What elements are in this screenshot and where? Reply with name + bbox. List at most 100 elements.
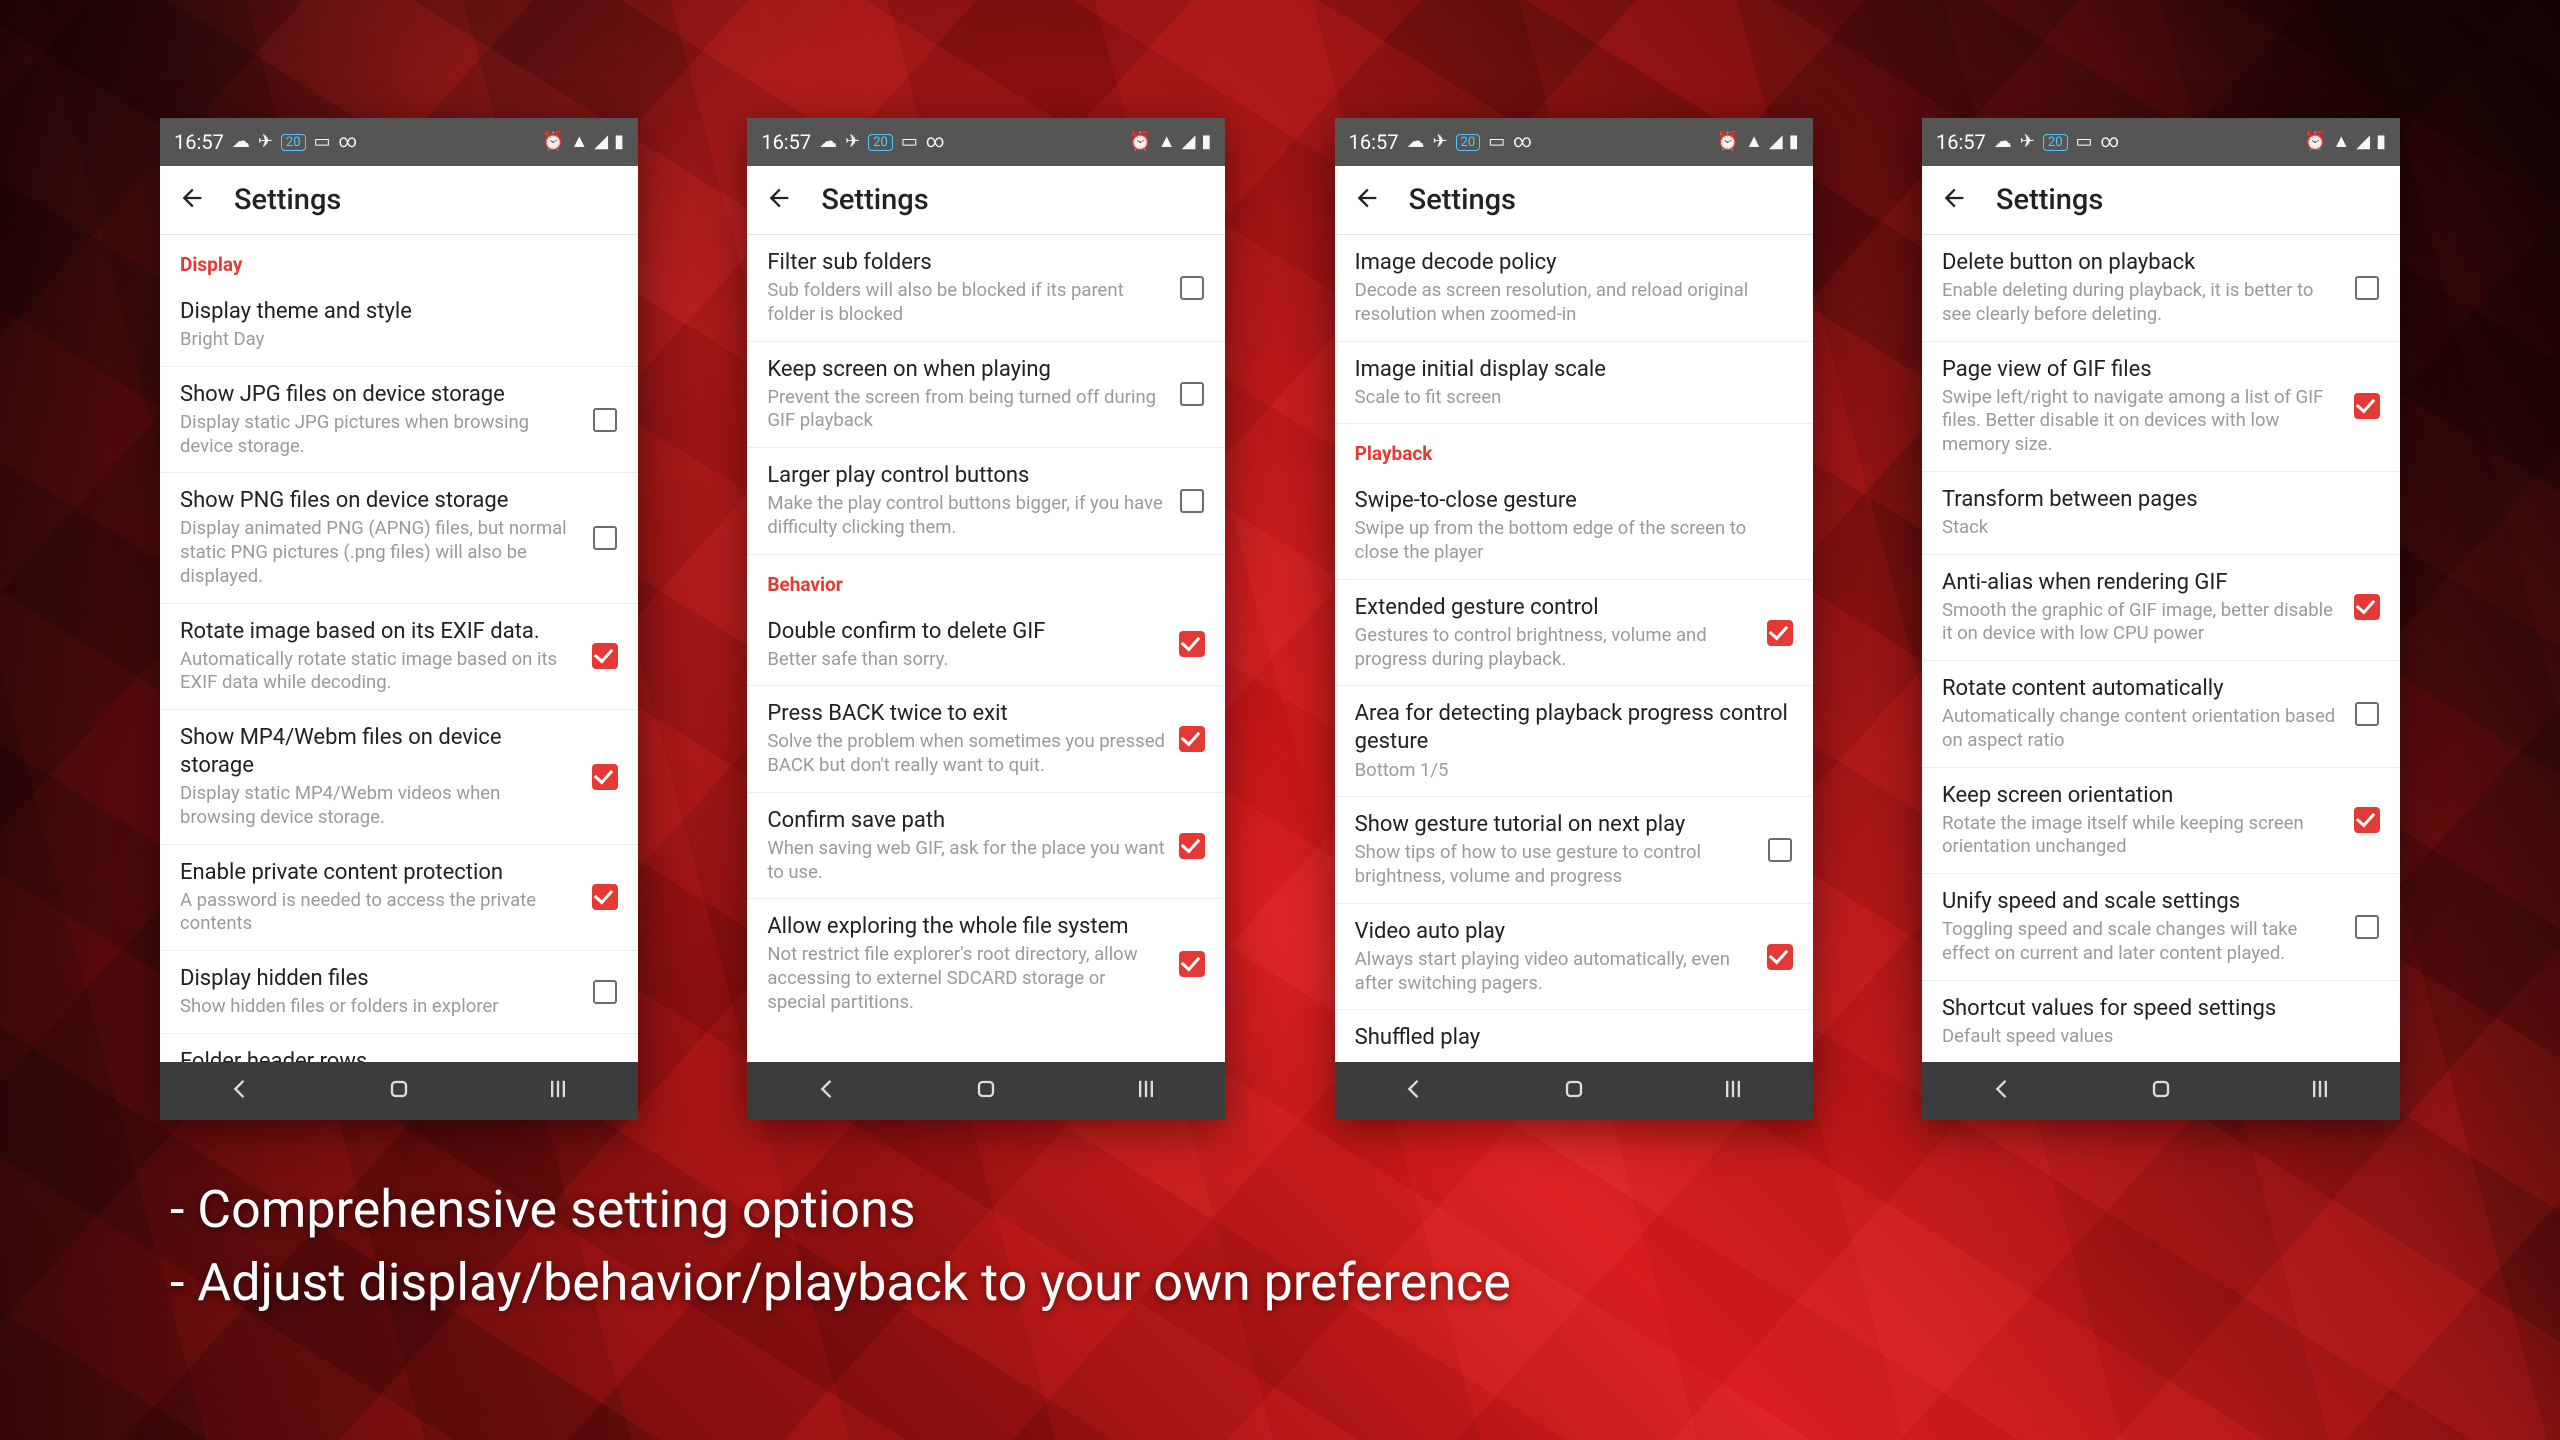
settings-row[interactable]: Rotate content automatically Automatical… bbox=[1922, 661, 2400, 768]
settings-row[interactable]: Swipe-to-close gesture Swipe up from the… bbox=[1335, 473, 1813, 580]
settings-row[interactable]: Display hidden files Show hidden files o… bbox=[160, 951, 638, 1034]
settings-row[interactable]: Extended gesture control Gestures to con… bbox=[1335, 580, 1813, 687]
checkbox-checked[interactable] bbox=[1179, 631, 1205, 657]
settings-row[interactable]: Image decode policy Decode as screen res… bbox=[1335, 235, 1813, 342]
checkbox-checked[interactable] bbox=[592, 643, 618, 669]
settings-row[interactable]: Shortcut values for speed settings Defau… bbox=[1922, 981, 2400, 1063]
nav-back[interactable] bbox=[1400, 1075, 1428, 1107]
row-subtitle: Bottom 1/5 bbox=[1355, 759, 1793, 783]
checkbox-unchecked[interactable] bbox=[592, 407, 618, 433]
settings-row[interactable]: Press BACK twice to exit Solve the probl… bbox=[747, 686, 1225, 793]
row-title: Larger play control buttons bbox=[767, 462, 1165, 490]
back-button[interactable] bbox=[178, 184, 206, 216]
checkbox-checked[interactable] bbox=[1179, 951, 1205, 977]
page-title: Settings bbox=[1996, 183, 2103, 217]
checkbox-unchecked[interactable] bbox=[1179, 381, 1205, 407]
nav-back[interactable] bbox=[813, 1075, 841, 1107]
nav-back[interactable] bbox=[1988, 1075, 2016, 1107]
settings-list[interactable]: Image decode policy Decode as screen res… bbox=[1335, 235, 1813, 1062]
checkbox-checked[interactable] bbox=[2354, 807, 2380, 833]
settings-list[interactable]: Display Display theme and style Bright D… bbox=[160, 235, 638, 1062]
checkbox-checked[interactable] bbox=[1767, 944, 1793, 970]
checkbox-unchecked[interactable] bbox=[2354, 701, 2380, 727]
checkbox-checked[interactable] bbox=[2354, 393, 2380, 419]
app-bar: Settings bbox=[160, 166, 638, 235]
checkbox-checked[interactable] bbox=[592, 764, 618, 790]
row-subtitle: Show hidden files or folders in explorer bbox=[180, 995, 578, 1019]
row-title: Filter sub folders bbox=[767, 249, 1165, 277]
settings-row[interactable]: Confirm save path When saving web GIF, a… bbox=[747, 793, 1225, 900]
status-bar: 16:57 ☁ ✈ 20 ▭ ∞ ⏰ ▲ ◢ ▮ bbox=[1922, 118, 2400, 166]
back-button[interactable] bbox=[765, 184, 793, 216]
caption-line: - Adjust display/behavior/playback to yo… bbox=[170, 1247, 1511, 1320]
settings-row[interactable]: Show JPG files on device storage Display… bbox=[160, 367, 638, 474]
battery-icon: ▮ bbox=[2376, 133, 2386, 151]
row-title: Extended gesture control bbox=[1355, 594, 1753, 622]
nav-recents[interactable] bbox=[1719, 1075, 1747, 1107]
checkbox-unchecked[interactable] bbox=[592, 979, 618, 1005]
nav-home[interactable] bbox=[1560, 1075, 1588, 1107]
settings-row[interactable]: Show gesture tutorial on next play Show … bbox=[1335, 797, 1813, 904]
arrow-left-icon bbox=[1353, 184, 1381, 212]
nav-recents[interactable] bbox=[544, 1075, 572, 1107]
settings-row[interactable]: Keep screen orientation Rotate the image… bbox=[1922, 768, 2400, 875]
row-subtitle: Show tips of how to use gesture to contr… bbox=[1355, 841, 1753, 888]
settings-row[interactable]: Show MP4/Webm files on device storage Di… bbox=[160, 710, 638, 845]
row-subtitle: Enable deleting during playback, it is b… bbox=[1942, 279, 2340, 326]
nav-recents[interactable] bbox=[2306, 1075, 2334, 1107]
settings-row[interactable]: Show PNG files on device storage Display… bbox=[160, 473, 638, 603]
settings-row[interactable]: Area for detecting playback progress con… bbox=[1335, 686, 1813, 797]
checkbox-checked[interactable] bbox=[592, 884, 618, 910]
settings-row[interactable]: Rotate image based on its EXIF data. Aut… bbox=[160, 604, 638, 711]
settings-row[interactable]: Unify speed and scale settings Toggling … bbox=[1922, 874, 2400, 981]
row-subtitle: Sub folders will also be blocked if its … bbox=[767, 279, 1165, 326]
settings-row[interactable]: Filter sub folders Sub folders will also… bbox=[747, 235, 1225, 342]
checkbox-outline-icon bbox=[1180, 276, 1204, 300]
settings-row[interactable]: Delete button on playback Enable deletin… bbox=[1922, 235, 2400, 342]
phone-mockup: 16:57 ☁ ✈ 20 ▭ ∞ ⏰ ▲ ◢ ▮ Settings Filter… bbox=[747, 118, 1225, 1120]
settings-list[interactable]: Delete button on playback Enable deletin… bbox=[1922, 235, 2400, 1062]
checkbox-checked[interactable] bbox=[2354, 594, 2380, 620]
settings-row[interactable]: Image initial display scale Scale to fit… bbox=[1335, 342, 1813, 425]
checkbox-unchecked[interactable] bbox=[592, 525, 618, 551]
settings-row[interactable]: Enable private content protection A pass… bbox=[160, 845, 638, 952]
checkbox-checked[interactable] bbox=[1179, 726, 1205, 752]
settings-row[interactable]: Allow exploring the whole file system No… bbox=[747, 899, 1225, 1028]
settings-row[interactable]: Anti-alias when rendering GIF Smooth the… bbox=[1922, 555, 2400, 662]
checkbox-unchecked[interactable] bbox=[2354, 275, 2380, 301]
status-time: 16:57 bbox=[174, 130, 224, 154]
phone-mockup: 16:57 ☁ ✈ 20 ▭ ∞ ⏰ ▲ ◢ ▮ Settings Delete… bbox=[1922, 118, 2400, 1120]
row-title: Shortcut values for speed settings bbox=[1942, 995, 2380, 1023]
back-button[interactable] bbox=[1353, 184, 1381, 216]
cloud-icon: ☁ bbox=[819, 133, 837, 151]
settings-row[interactable]: Folder header rows bbox=[160, 1034, 638, 1062]
settings-list[interactable]: Filter sub folders Sub folders will also… bbox=[747, 235, 1225, 1062]
row-title: Allow exploring the whole file system bbox=[767, 913, 1165, 941]
checkbox-unchecked[interactable] bbox=[1767, 837, 1793, 863]
status-chip: 20 bbox=[868, 134, 893, 151]
nav-back[interactable] bbox=[226, 1075, 254, 1107]
checkbox-unchecked[interactable] bbox=[2354, 914, 2380, 940]
nav-home[interactable] bbox=[385, 1075, 413, 1107]
settings-row[interactable]: Transform between pages Stack bbox=[1922, 472, 2400, 555]
alarm-icon: ⏰ bbox=[1129, 133, 1151, 151]
wifi-icon: ▲ bbox=[1158, 133, 1176, 151]
nav-home[interactable] bbox=[972, 1075, 1000, 1107]
app-bar: Settings bbox=[747, 166, 1225, 235]
back-button[interactable] bbox=[1940, 184, 1968, 216]
checkbox-checked[interactable] bbox=[1179, 833, 1205, 859]
rocket-icon: ✈ bbox=[845, 133, 860, 151]
row-title: Transform between pages bbox=[1942, 486, 2380, 514]
settings-row[interactable]: Video auto play Always start playing vid… bbox=[1335, 904, 1813, 1011]
nav-home[interactable] bbox=[2147, 1075, 2175, 1107]
settings-row[interactable]: Larger play control buttons Make the pla… bbox=[747, 448, 1225, 555]
checkbox-unchecked[interactable] bbox=[1179, 275, 1205, 301]
settings-row[interactable]: Shuffled play bbox=[1335, 1010, 1813, 1062]
nav-recents[interactable] bbox=[1132, 1075, 1160, 1107]
settings-row[interactable]: Keep screen on when playing Prevent the … bbox=[747, 342, 1225, 449]
checkbox-checked[interactable] bbox=[1767, 620, 1793, 646]
settings-row[interactable]: Display theme and style Bright Day bbox=[160, 284, 638, 367]
checkbox-unchecked[interactable] bbox=[1179, 488, 1205, 514]
settings-row[interactable]: Page view of GIF files Swipe left/right … bbox=[1922, 342, 2400, 472]
settings-row[interactable]: Double confirm to delete GIF Better safe… bbox=[747, 604, 1225, 687]
